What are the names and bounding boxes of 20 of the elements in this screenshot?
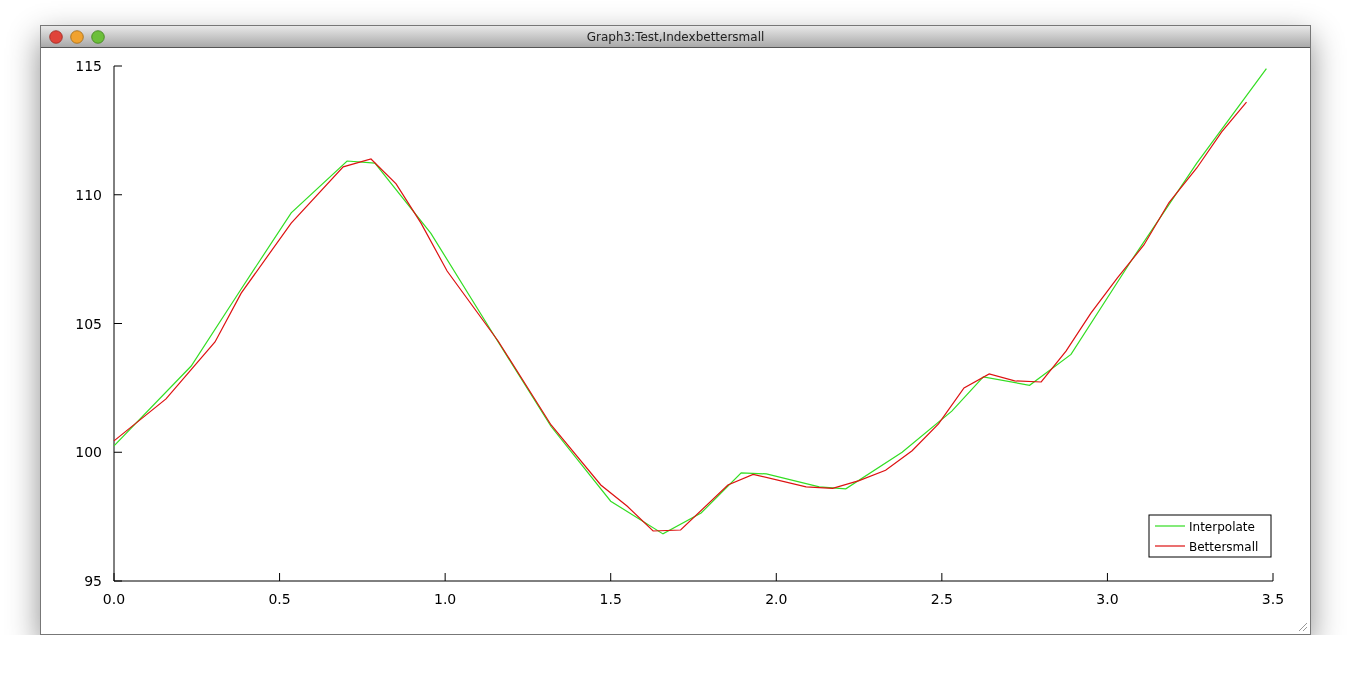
- legend-label: Interpolate: [1189, 520, 1255, 534]
- legend-label: Bettersmall: [1189, 540, 1259, 554]
- y-tick-label: 110: [75, 186, 102, 203]
- zoom-icon[interactable]: [91, 29, 105, 44]
- minimize-icon[interactable]: [70, 29, 84, 44]
- x-tick-label: 3.5: [1261, 591, 1285, 607]
- x-tick-label: 1.5: [599, 591, 622, 607]
- y-tick-label: 115: [75, 58, 102, 74]
- x-tick-label: 2.0: [765, 591, 788, 607]
- y-tick-label: 105: [75, 315, 102, 332]
- y-tick-label: 95: [84, 573, 102, 589]
- x-tick-label: 2.5: [930, 591, 953, 607]
- y-tick-label: 100: [75, 444, 102, 461]
- x-tick-label: 3.0: [1096, 591, 1119, 607]
- close-icon[interactable]: [49, 29, 63, 44]
- window-title: Graph3:Test,Indexbettersmall: [585, 29, 766, 44]
- x-tick-label: 1.0: [434, 591, 457, 607]
- x-tick-label: 0.5: [268, 591, 291, 607]
- resize-grip-icon[interactable]: [1296, 620, 1308, 632]
- x-tick-label: 0.0: [102, 591, 126, 607]
